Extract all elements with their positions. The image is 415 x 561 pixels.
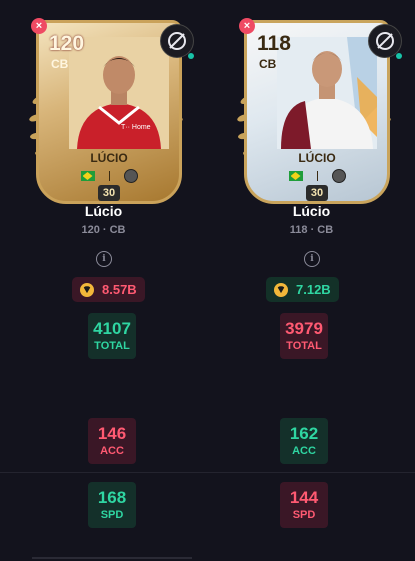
section-divider — [0, 472, 415, 473]
player-column-left: × T·· Home 120 CB LÚCIO 30 Lúcio 120 · C… — [0, 0, 207, 561]
card-level: 30 — [306, 185, 328, 201]
card-position: CB — [51, 57, 69, 71]
bottom-scroll-indicator — [32, 557, 192, 559]
untradeable-icon — [160, 24, 194, 59]
divider — [108, 171, 110, 181]
remove-player-button[interactable]: × — [31, 18, 47, 34]
remove-player-button[interactable]: × — [239, 18, 255, 34]
club-badge-icon — [123, 169, 138, 183]
stat-value: 168 — [97, 488, 127, 507]
price-badge: 8.57B — [72, 277, 145, 302]
stat-acc: 146 ACC — [88, 418, 136, 464]
stat-value: 146 — [97, 424, 127, 443]
stat-total: 4107 TOTAL — [88, 313, 136, 359]
stat-value: 4107 — [93, 319, 131, 338]
shirt-sponsor: T·· Home — [121, 124, 151, 131]
stat-spd: 144 SPD — [280, 482, 328, 528]
brazil-flag-icon — [80, 171, 95, 181]
stat-label: TOTAL — [94, 340, 130, 352]
card-player-name: LÚCIO — [90, 151, 128, 165]
player-rating-position: 118 · CB — [289, 224, 334, 236]
stat-acc: 162 ACC — [280, 418, 328, 464]
stat-label: SPD — [292, 509, 316, 521]
player-name: Lúcio — [84, 203, 123, 219]
coin-icon — [274, 282, 288, 297]
stat-label: ACC — [292, 445, 316, 457]
info-icon[interactable]: i — [96, 251, 112, 267]
stat-label: ACC — [100, 445, 124, 457]
divider — [316, 171, 318, 181]
brazil-flag-icon — [288, 171, 303, 181]
info-icon[interactable]: i — [304, 251, 320, 267]
player-portrait — [277, 37, 377, 149]
player-name: Lúcio — [292, 203, 331, 219]
stat-total: 3979 TOTAL — [280, 313, 328, 359]
card-level: 30 — [98, 185, 120, 201]
player-column-right: × 118 CB LÚCIO 30 Lúcio 118 · CB i 7.12B… — [208, 0, 415, 561]
card-player-name: LÚCIO — [298, 151, 336, 165]
player-rating-position: 120 · CB — [81, 224, 126, 236]
card-rating: 120 — [49, 32, 85, 55]
untradeable-icon — [368, 24, 402, 59]
player-card[interactable]: × — [228, 14, 402, 204]
card-attributes — [39, 169, 179, 183]
club-badge-icon — [331, 169, 346, 183]
card-rating: 118 — [257, 32, 291, 55]
card-attributes — [247, 169, 387, 183]
price-value: 8.57B — [102, 282, 137, 297]
price-value: 7.12B — [296, 282, 331, 297]
stat-value: 144 — [289, 488, 319, 507]
stat-value: 162 — [289, 424, 319, 443]
price-badge: 7.12B — [266, 277, 339, 302]
stat-spd: 168 SPD — [88, 482, 136, 528]
coin-icon — [80, 282, 94, 297]
card-position: CB — [259, 57, 277, 71]
stat-label: SPD — [100, 509, 124, 521]
player-card[interactable]: × — [20, 14, 194, 204]
stat-label: TOTAL — [286, 340, 322, 352]
stat-value: 3979 — [285, 319, 323, 338]
